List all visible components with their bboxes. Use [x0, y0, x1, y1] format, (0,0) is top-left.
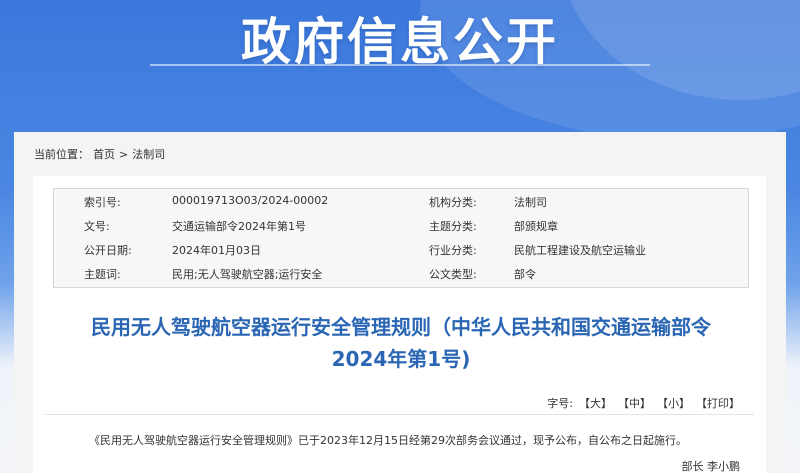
header-banner: 政府信息公开: [0, 0, 800, 132]
meta-label: 主题分类:: [429, 220, 477, 233]
breadcrumb-current-link[interactable]: 法制司: [132, 146, 165, 162]
meta-value: 部颁规章: [514, 220, 558, 233]
metadata-table: 索引号: 000019713O03/2024-00002 机构分类: 法制司 文…: [53, 188, 749, 288]
meta-label: 公文类型:: [429, 268, 477, 281]
document-title-line: 民用无人驾驶航空器运行安全管理规则（中华人民共和国交通运输部令: [91, 315, 711, 339]
font-size-label: 字号:: [547, 397, 573, 410]
meta-label: 行业分类:: [429, 244, 477, 257]
meta-value: 部令: [514, 268, 536, 281]
metadata-row: 主题词: 民用;无人驾驶航空器;运行安全 公文类型: 部令: [54, 261, 748, 286]
meta-label: 文号:: [84, 220, 110, 233]
banner-divider: [150, 64, 650, 66]
meta-value: 民用;无人驾驶航空器;运行安全: [172, 268, 323, 281]
document-body: 《民用无人驾驶航空器运行安全管理规则》已于2023年12月15日经第29次部务会…: [89, 434, 687, 447]
document-card: 索引号: 000019713O03/2024-00002 机构分类: 法制司 文…: [33, 176, 766, 473]
font-medium-button[interactable]: 【中】: [618, 395, 651, 411]
breadcrumb-prefix: 当前位置：: [34, 148, 89, 161]
metadata-row: 文号: 交通运输部令2024年第1号 主题分类: 部颁规章: [54, 213, 748, 238]
meta-label: 索引号:: [84, 196, 121, 209]
font-size-controls: 字号: 【大】 【中】 【小】 【打印】: [547, 395, 740, 411]
meta-label: 公开日期:: [84, 244, 132, 257]
divider: [45, 414, 754, 415]
font-small-button[interactable]: 【小】: [657, 395, 690, 411]
meta-label: 机构分类:: [429, 196, 477, 209]
metadata-row: 公开日期: 2024年01月03日 行业分类: 民航工程建设及航空运输业: [54, 237, 748, 262]
meta-value: 000019713O03/2024-00002: [172, 194, 329, 207]
content-panel: 当前位置： 首页 > 法制司 索引号: 000019713O03/2024-00…: [14, 132, 786, 473]
font-large-button[interactable]: 【大】: [579, 395, 612, 411]
metadata-row: 索引号: 000019713O03/2024-00002 机构分类: 法制司: [54, 189, 748, 214]
document-title: 民用无人驾驶航空器运行安全管理规则（中华人民共和国交通运输部令 2024年第1号…: [53, 311, 749, 375]
meta-value: 交通运输部令2024年第1号: [172, 220, 306, 233]
breadcrumb-separator: >: [119, 147, 129, 161]
meta-value: 民航工程建设及航空运输业: [514, 244, 646, 257]
print-button[interactable]: 【打印】: [696, 395, 740, 411]
breadcrumb: 当前位置： 首页 > 法制司: [34, 146, 165, 162]
meta-label: 主题词:: [84, 268, 121, 281]
document-title-line: 2024年第1号): [331, 347, 471, 371]
meta-value: 2024年01月03日: [172, 244, 261, 257]
meta-value: 法制司: [514, 196, 547, 209]
document-signature: 部长 李小鹏: [681, 460, 741, 473]
breadcrumb-home-link[interactable]: 首页: [93, 146, 115, 162]
